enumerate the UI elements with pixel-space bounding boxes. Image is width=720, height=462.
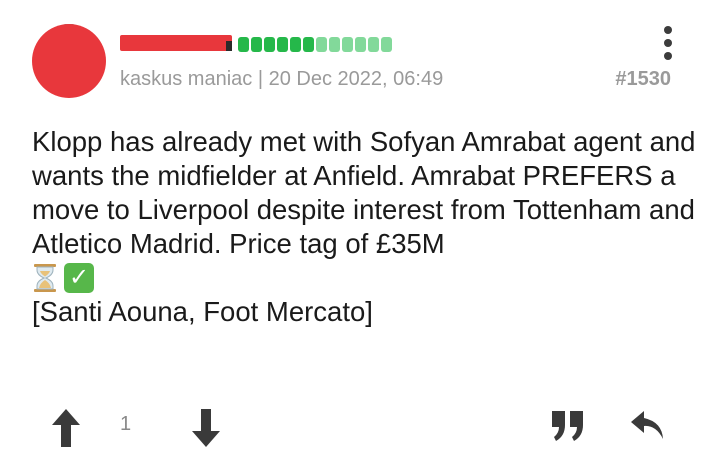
reputation-pip <box>251 37 262 52</box>
reply-icon[interactable] <box>628 405 668 445</box>
quote-icon[interactable] <box>548 405 588 445</box>
author-rank: kaskus maniac <box>120 68 253 90</box>
reputation-bar <box>238 37 392 52</box>
reputation-pip <box>290 37 301 52</box>
reputation-pip <box>355 37 366 52</box>
vote-count: 1 <box>120 413 132 435</box>
reputation-pip <box>316 37 327 52</box>
reputation-pip <box>277 37 288 52</box>
post-number[interactable]: #1530 <box>615 68 671 91</box>
reputation-pip <box>238 37 249 52</box>
reputation-pip <box>329 37 340 52</box>
meta-separator: | <box>257 68 264 90</box>
reputation-pip <box>368 37 379 52</box>
post-content: Klopp has already met with Sofyan Amraba… <box>32 125 702 329</box>
reputation-pip <box>303 37 314 52</box>
post-date: 20 Dec 2022, 06:49 <box>268 68 444 90</box>
reputation-pip <box>264 37 275 52</box>
post-paragraph: Klopp has already met with Sofyan Amraba… <box>32 126 696 259</box>
reputation-pip <box>342 37 353 52</box>
more-options-icon[interactable] <box>662 26 674 62</box>
check-mark-icon: ✓ <box>64 263 94 293</box>
downvote-icon[interactable] <box>188 403 224 451</box>
avatar[interactable] <box>32 24 106 98</box>
reputation-pip <box>381 37 392 52</box>
post-actions: 1 <box>0 395 720 455</box>
emoji-line: ✓ <box>32 261 702 295</box>
username-redacted[interactable] <box>120 35 232 51</box>
hourglass-icon <box>34 264 56 292</box>
post-meta: kaskus maniac | 20 Dec 2022, 06:49 <box>120 68 443 91</box>
upvote-icon[interactable] <box>48 403 84 451</box>
post-source: [Santi Aouna, Foot Mercato] <box>32 296 373 327</box>
